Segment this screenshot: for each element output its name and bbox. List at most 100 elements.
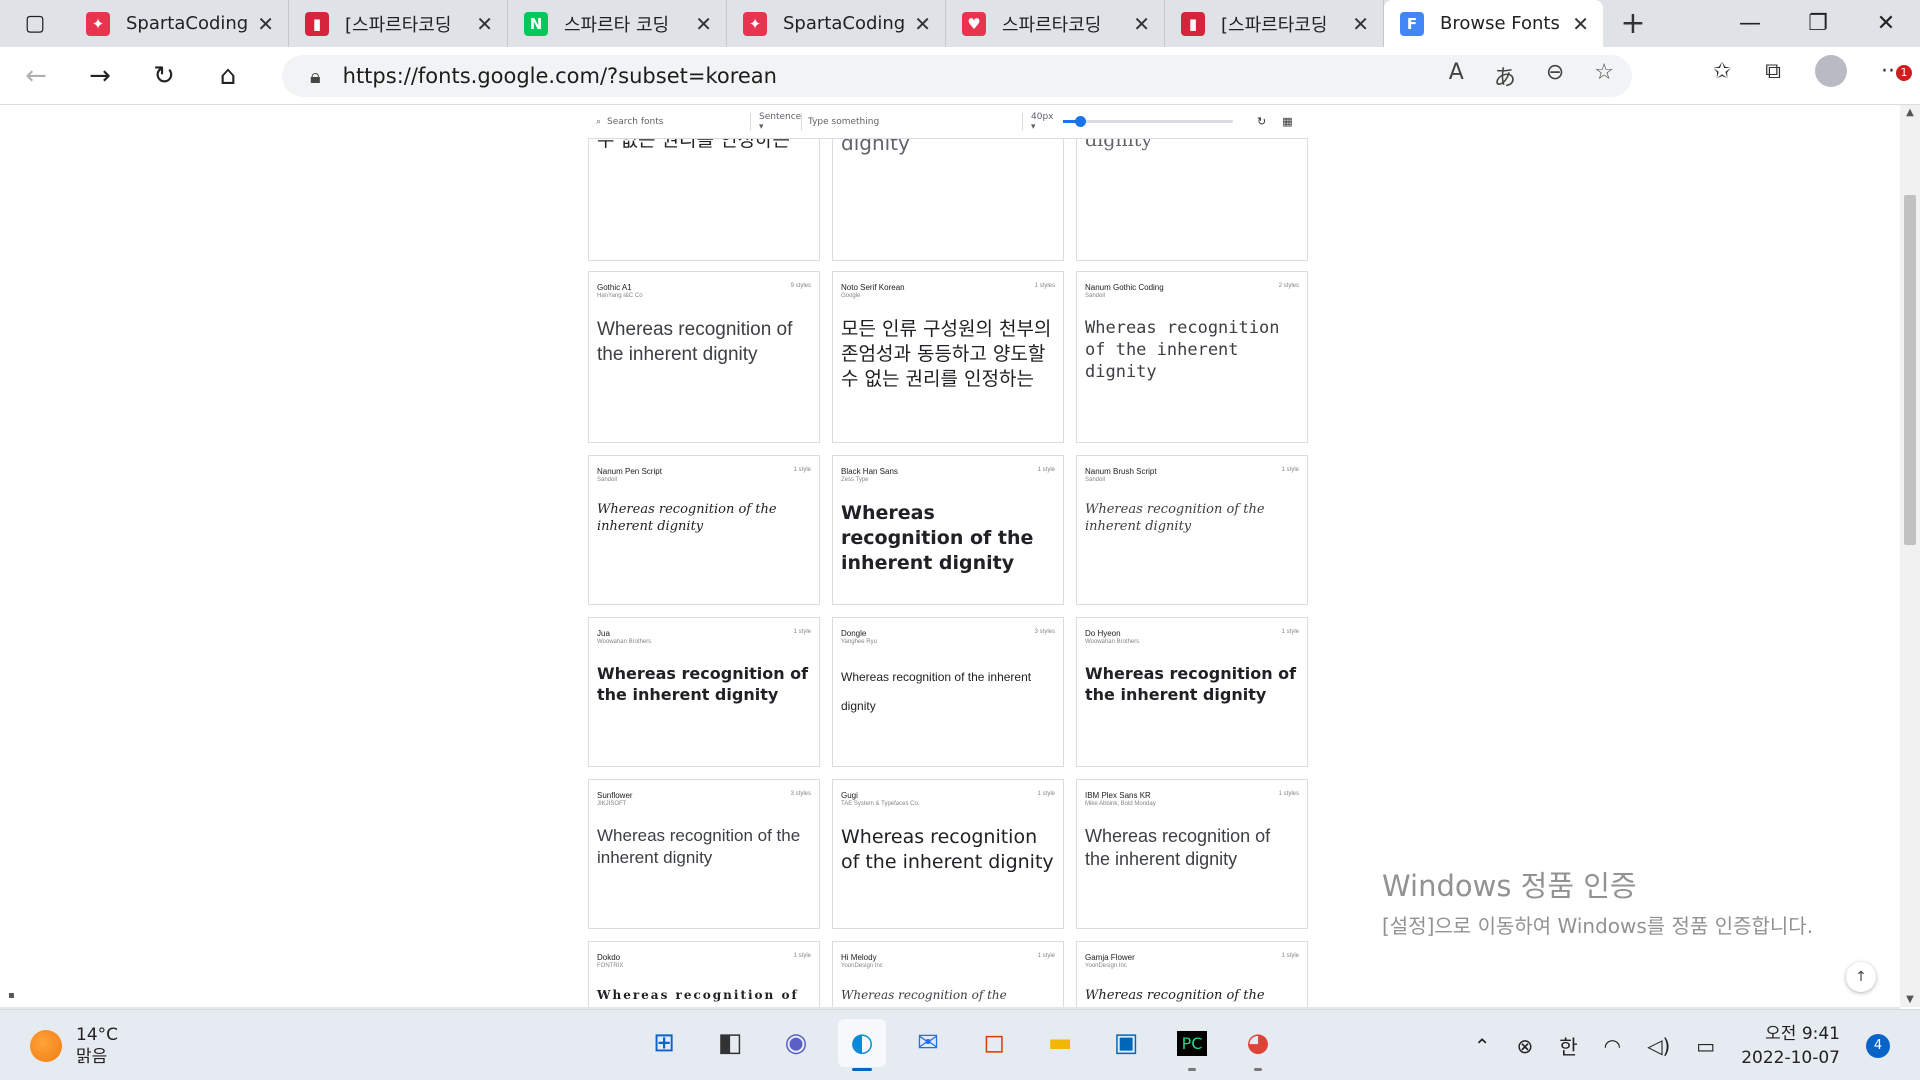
reset-icon[interactable]: ↻: [1257, 115, 1266, 128]
profile-avatar[interactable]: [1815, 55, 1848, 87]
font-name: Dokdo: [597, 953, 621, 962]
font-card[interactable]: Nanum Pen Script Sandoll 1 style Whereas re…: [588, 455, 820, 605]
minimize-icon[interactable]: —: [1716, 0, 1784, 47]
ime-indicator[interactable]: 한: [1559, 1031, 1577, 1060]
wifi-icon[interactable]: ◠: [1604, 1034, 1621, 1058]
translate-icon[interactable]: あ: [1494, 60, 1516, 92]
close-tab-icon[interactable]: ✕: [1133, 12, 1150, 36]
read-aloud-icon[interactable]: A: [1449, 60, 1464, 92]
font-sample-text: Whereas recognition of the inherent dign…: [597, 826, 801, 867]
activation-message: [설정]으로 이동하여 Windows를 정품 인증합니다.: [1382, 914, 1814, 938]
task-view-icon[interactable]: ◧: [706, 1019, 754, 1067]
font-card[interactable]: Sunflower JIKJISOFT 3 styles Whereas recogn…: [588, 779, 820, 929]
mail-icon[interactable]: ✉: [904, 1019, 952, 1067]
browser-tab[interactable]: ▮ [스파르타코딩 ✕: [1165, 0, 1384, 47]
close-tab-icon[interactable]: ✕: [1352, 12, 1369, 36]
refresh-icon[interactable]: ↻: [136, 56, 192, 96]
type-something-input[interactable]: Type something: [802, 117, 1022, 127]
lock-icon[interactable]: 🔒︎: [310, 64, 321, 88]
close-tab-icon[interactable]: ✕: [1572, 12, 1589, 36]
running-indicator: [1254, 1068, 1262, 1071]
font-search[interactable]: ⌕ Search fonts: [588, 117, 750, 127]
font-card[interactable]: Noto Serif Korean Google 1 styles 모든 인류 구성원…: [832, 271, 1064, 443]
office-icon[interactable]: ◻: [970, 1019, 1018, 1067]
browser-tab[interactable]: F Browse Fonts - ✕: [1384, 0, 1603, 47]
font-style-count: 1 style: [1281, 953, 1299, 959]
taskbar-apps: ⊞ ◧ ◉ ◐ ✉ ◻ ▬ ▣ PC ◕: [640, 1019, 1282, 1071]
edge-icon[interactable]: ◐: [838, 1019, 886, 1071]
preview-mode-select[interactable]: Sentence ▾: [751, 112, 801, 132]
start-icon[interactable]: ⊞: [640, 1019, 688, 1067]
font-sample-text: Whereas recognition of: [597, 988, 799, 1002]
notification-badge[interactable]: 4: [1866, 1033, 1890, 1058]
scroll-down-icon[interactable]: ▼: [1900, 994, 1920, 1005]
scroll-up-icon[interactable]: ▲: [1900, 107, 1920, 118]
back-to-top-button[interactable]: ↑: [1846, 962, 1876, 992]
more-options-icon[interactable]: ··· 1: [1881, 59, 1912, 84]
font-size-select[interactable]: 40px ▾: [1023, 112, 1055, 132]
zoom-out-icon[interactable]: ⊖: [1546, 60, 1564, 92]
browser-tab[interactable]: ✦ SpartaCodingC ✕: [727, 0, 946, 47]
clock[interactable]: 오전 9:41 2022-10-07: [1741, 1022, 1840, 1070]
grid-view-icon[interactable]: ▦: [1282, 115, 1292, 128]
volume-icon[interactable]: ◁): [1647, 1034, 1670, 1058]
font-sample-text: Whereas recognition of the inherent dign…: [597, 502, 777, 534]
chrome-icon[interactable]: ◕: [1234, 1019, 1282, 1071]
tab-title: [스파르타코딩: [1221, 14, 1328, 36]
close-tab-icon[interactable]: ✕: [476, 12, 493, 36]
font-card[interactable]: Nanum Gothic Coding Sandoll 2 styles Wherea…: [1076, 271, 1308, 443]
font-card[interactable]: Do Hyeon Woowahan Brothers 1 style Whereas …: [1076, 617, 1308, 767]
font-card[interactable]: Gugi TAE System & Typefaces Co. 1 style Whe…: [832, 779, 1064, 929]
browser-tab[interactable]: ♥ 스파르타코딩 ✕: [946, 0, 1165, 47]
pycharm-icon[interactable]: PC: [1168, 1019, 1216, 1071]
font-card[interactable]: Black Han Sans Zess Type 1 style Whereas re…: [832, 455, 1064, 605]
font-card[interactable]: Nanum Brush Script Sandoll 1 style Whereas …: [1076, 455, 1308, 605]
font-card[interactable]: Gamja Flower YoonDesign Inc 1 style Whereas…: [1076, 941, 1308, 1007]
font-designer: Mike Abbink, Bold Monday: [1085, 801, 1156, 807]
vertical-scrollbar[interactable]: ▲ ▼: [1900, 105, 1920, 1007]
weather-widget[interactable]: 14°C 맑음: [30, 1024, 118, 1068]
browser-tab[interactable]: N 스파르타 코딩 ✕: [508, 0, 727, 47]
tab-favicon-icon: F: [1400, 11, 1424, 36]
font-style-count: 1 styles: [1278, 791, 1299, 797]
tab-title: 스파르타코딩: [1002, 14, 1102, 36]
font-card[interactable]: Dongle Yanghee Ryu 3 styles Whereas recogni…: [832, 617, 1064, 767]
home-icon[interactable]: ⌂: [200, 56, 256, 96]
battery-icon[interactable]: ▭: [1696, 1034, 1715, 1058]
font-card[interactable]: Dokdo FONTRIX 1 style Whereas recognition o…: [588, 941, 820, 1007]
scroll-thumb[interactable]: [1904, 195, 1916, 545]
store-icon[interactable]: ▣: [1102, 1019, 1150, 1067]
close-tab-icon[interactable]: ✕: [914, 12, 931, 36]
font-card[interactable]: Jua Woowahan Brothers 1 style Whereas recog…: [588, 617, 820, 767]
add-favorite-icon[interactable]: ☆: [1594, 60, 1614, 92]
collections-icon[interactable]: ⧉: [1765, 59, 1781, 84]
xbox-icon[interactable]: ⊗: [1516, 1034, 1533, 1058]
file-explorer-icon[interactable]: ▬: [1036, 1019, 1084, 1067]
font-card[interactable]: Gothic A1 HanYang I&C Co 9 styles Whereas r…: [588, 271, 820, 443]
forward-icon[interactable]: →: [72, 56, 128, 96]
search-fonts-input[interactable]: Search fonts: [607, 117, 663, 127]
browser-tab[interactable]: ▮ [스파르타코딩 ✕: [289, 0, 508, 47]
clock-date: 2022-10-07: [1741, 1047, 1840, 1068]
new-tab-button[interactable]: +: [1603, 0, 1663, 47]
url-field[interactable]: 🔒︎ https://fonts.google.com/?subset=kore…: [282, 55, 1632, 97]
feedback-icon[interactable]: ▪: [8, 990, 15, 1001]
browser-tab[interactable]: ✦ SpartaCodingC ✕: [70, 0, 289, 47]
font-card[interactable]: Hi Melody YoonDesign Inc 1 style Whereas re…: [832, 941, 1064, 1007]
chat-icon[interactable]: ◉: [772, 1019, 820, 1067]
close-tab-icon[interactable]: ✕: [695, 12, 712, 36]
restore-icon[interactable]: ❐: [1784, 0, 1852, 47]
url-text[interactable]: https://fonts.google.com/?subset=korean: [343, 64, 777, 88]
show-hidden-icons-icon[interactable]: ⌃: [1474, 1034, 1491, 1058]
font-size-slider[interactable]: [1063, 116, 1233, 127]
tab-actions-icon[interactable]: ▢: [0, 0, 70, 47]
font-card[interactable]: IBM Plex Sans KR Mike Abbink, Bold Monday…: [1076, 779, 1308, 929]
close-tab-icon[interactable]: ✕: [257, 12, 274, 36]
slider-handle[interactable]: [1075, 116, 1086, 127]
back-icon[interactable]: ←: [8, 56, 64, 96]
favorites-icon[interactable]: ✩: [1713, 59, 1731, 84]
close-window-icon[interactable]: ✕: [1852, 0, 1920, 47]
font-style-count: 9 styles: [790, 283, 811, 289]
activation-title: Windows 정품 인증: [1382, 869, 1637, 903]
font-style-count: 3 styles: [790, 791, 811, 797]
